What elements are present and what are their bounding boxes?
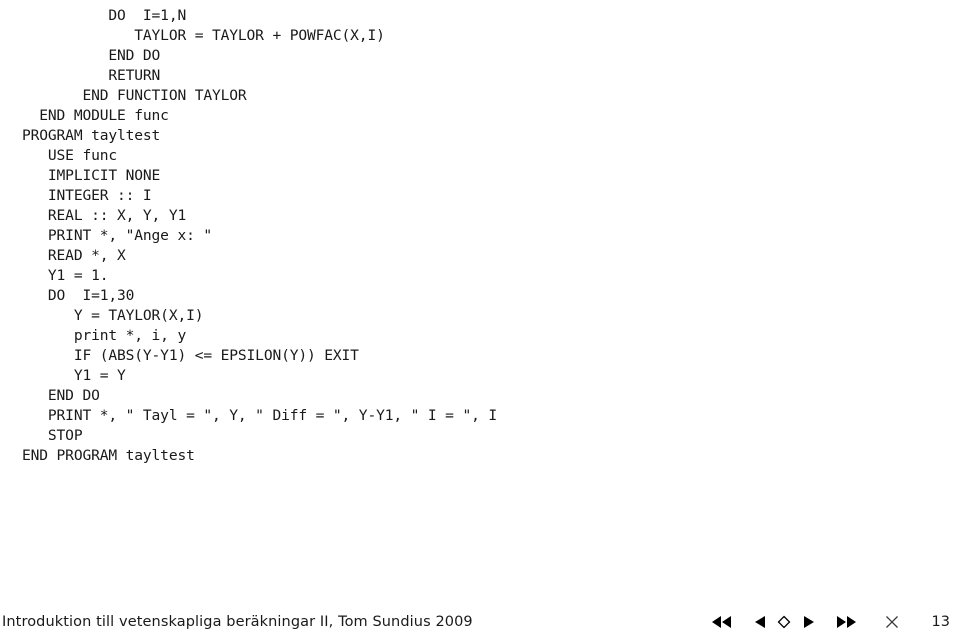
code-line: TAYLOR = TAYLOR + POWFAC(X,I)	[22, 27, 385, 44]
code-line: END DO	[22, 47, 161, 64]
page-number: 13	[931, 614, 950, 630]
code-line: IF (ABS(Y-Y1) <= EPSILON(Y)) EXIT	[22, 347, 359, 364]
code-line: END DO	[22, 387, 100, 404]
slide-footer: Introduktion till vetenskapliga beräknin…	[0, 605, 960, 639]
code-line: IMPLICIT NONE	[22, 167, 161, 184]
close-icon[interactable]	[880, 610, 904, 634]
code-line: PRINT *, "Ange x: "	[22, 227, 212, 244]
code-line: DO I=1,N	[22, 7, 187, 24]
previous-slide-icon[interactable]	[748, 610, 772, 634]
code-line: REAL :: X, Y, Y1	[22, 207, 187, 224]
code-line: END PROGRAM tayltest	[22, 447, 195, 464]
code-line: RETURN	[22, 67, 161, 84]
code-line: Y = TAYLOR(X,I)	[22, 307, 204, 324]
code-line: END MODULE func	[22, 107, 169, 124]
code-line: END FUNCTION TAYLOR	[22, 87, 247, 104]
code-line: USE func	[22, 147, 117, 164]
last-slide-icon[interactable]	[834, 610, 858, 634]
code-line: PROGRAM tayltest	[22, 127, 161, 144]
code-line: Y1 = 1.	[22, 267, 109, 284]
code-line: STOP	[22, 427, 83, 444]
code-line: READ *, X	[22, 247, 126, 264]
first-slide-icon[interactable]	[710, 610, 734, 634]
footer-title: Introduktion till vetenskapliga beräknin…	[2, 614, 473, 630]
current-slide-icon[interactable]	[772, 610, 796, 634]
code-listing: DO I=1,N TAYLOR = TAYLOR + POWFAC(X,I) E…	[0, 0, 960, 466]
code-line: print *, i, y	[22, 327, 187, 344]
code-line: PRINT *, " Tayl = ", Y, " Diff = ", Y-Y1…	[22, 407, 497, 424]
code-line: DO I=1,30	[22, 287, 135, 304]
code-line: Y1 = Y	[22, 367, 126, 384]
next-slide-icon[interactable]	[796, 610, 820, 634]
navigation-bar: 13	[710, 610, 960, 634]
code-line: INTEGER :: I	[22, 187, 152, 204]
